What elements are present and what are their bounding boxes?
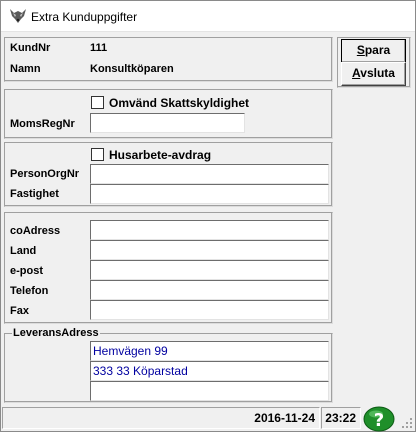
- fastighet-label: Fastighet: [10, 188, 59, 200]
- save-button[interactable]: Spara: [341, 39, 406, 63]
- namn-value: Konsultköparen: [90, 63, 174, 75]
- momsregnr-field[interactable]: [90, 113, 245, 133]
- svg-text:?: ?: [374, 410, 384, 431]
- land-field[interactable]: [90, 240, 329, 260]
- status-bar: 2016-11-24 23:22: [1, 405, 415, 431]
- momsregnr-label: MomsRegNr: [10, 118, 75, 130]
- epost-field[interactable]: [90, 260, 329, 280]
- fax-field[interactable]: [90, 300, 329, 320]
- resize-grip-icon[interactable]: [401, 417, 413, 429]
- land-label: Land: [10, 245, 37, 257]
- customer-info-group: [4, 37, 333, 82]
- husarbete-checkbox[interactable]: [91, 148, 104, 161]
- epost-label: e-post: [10, 265, 43, 277]
- namn-label: Namn: [10, 63, 41, 75]
- delivery-line-1[interactable]: Hemvägen 99: [90, 341, 329, 361]
- telefon-label: Telefon: [10, 285, 49, 297]
- fax-label: Fax: [10, 305, 29, 317]
- delivery-address-legend: LeveransAdress: [12, 327, 100, 339]
- wolf-head-icon: [10, 9, 26, 23]
- save-button-label: Spara: [356, 43, 391, 57]
- personorgnr-field[interactable]: [90, 164, 329, 184]
- coadress-label: coAdress: [10, 225, 61, 237]
- window-title: Extra Kunduppgifter: [31, 10, 138, 24]
- status-date: 2016-11-24: [2, 407, 320, 429]
- kundnr-label: KundNr: [10, 42, 51, 54]
- status-time: 23:22: [321, 407, 361, 429]
- reverse-vat-checkbox[interactable]: [91, 96, 104, 109]
- help-question-icon[interactable]: ?: [363, 406, 397, 432]
- personorgnr-label: PersonOrgNr: [10, 168, 80, 180]
- telefon-field[interactable]: [90, 280, 329, 300]
- close-button-label: Avsluta: [352, 66, 395, 80]
- title-bar[interactable]: Extra Kunduppgifter: [1, 1, 415, 32]
- husarbete-label: Husarbete-avdrag: [109, 148, 212, 162]
- delivery-line-2[interactable]: 333 33 Köparstad: [90, 361, 329, 381]
- dialog-window: Extra Kunduppgifter KundNr 111 Namn Kons…: [0, 0, 416, 432]
- reverse-vat-label: Omvänd Skattskyldighet: [109, 96, 250, 110]
- coadress-field[interactable]: [90, 220, 329, 240]
- kundnr-value: 111: [90, 42, 108, 54]
- fastighet-field[interactable]: [90, 184, 329, 204]
- close-button[interactable]: Avsluta: [341, 62, 406, 86]
- delivery-line-3[interactable]: [90, 381, 329, 401]
